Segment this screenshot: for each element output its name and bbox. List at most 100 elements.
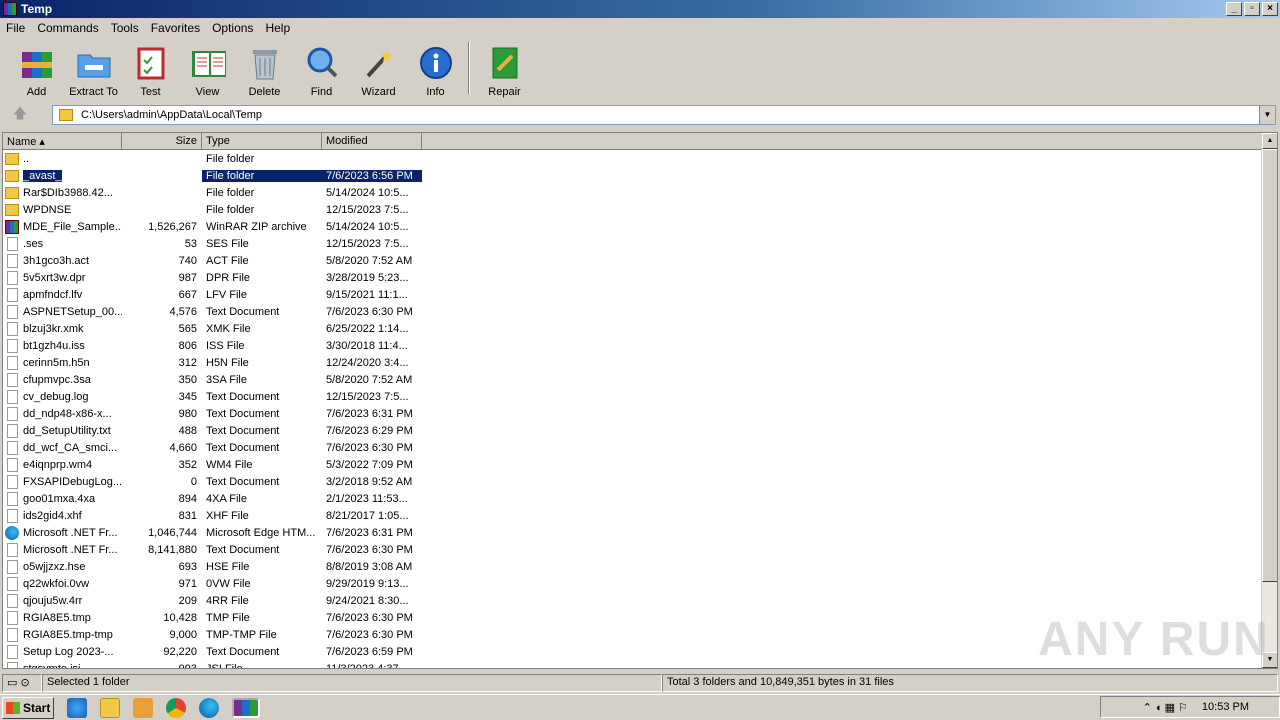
file-row[interactable]: e4iqnprp.wm4 352 WM4 File 5/3/2022 7:09 PM [3,456,1263,473]
file-modified: 11/3/2023 4:37... [326,662,408,669]
file-name: dd_wcf_CA_smci... [23,441,118,454]
ie-icon[interactable] [67,697,87,718]
file-row[interactable]: cv_debug.log 345 Text Document 12/15/2023 7… [3,388,1263,405]
chrome-icon[interactable] [166,697,186,718]
menu-help[interactable]: Help [259,21,296,35]
file-row[interactable]: o5wjjzxz.hse 693 HSE File 8/8/2019 3:08 AM [3,558,1263,575]
column-type[interactable]: Type [202,133,322,150]
file-row[interactable]: Microsoft .NET Fr... 8,141,880 Text Docume… [3,541,1263,558]
find-button[interactable]: Find [293,40,350,98]
maximize-button[interactable]: ▫ [1244,2,1260,16]
wizard-button[interactable]: Wizard [350,40,407,98]
archive-icon [5,219,19,234]
file-modified: 5/14/2024 10:5... [326,186,409,199]
menu-tools[interactable]: Tools [105,21,145,35]
info-button[interactable]: Info [407,40,464,98]
file-row[interactable]: FXSAPIDebugLog... 0 Text Document 3/2/2018 … [3,473,1263,490]
file-icon [7,593,18,608]
up-arrow-icon[interactable]: 🡅 [0,103,40,127]
menu-favorites[interactable]: Favorites [145,21,206,35]
media-player-icon[interactable] [133,697,153,718]
taskbar: Start ⌃ ◖ ▦ ⚐ 10:53 PM [0,694,1280,720]
window-title: Temp [21,2,53,16]
file-type: WM4 File [206,458,253,471]
file-type: File folder [206,203,255,216]
file-icon [7,610,18,625]
file-row[interactable]: dd_wcf_CA_smci... 4,660 Text Document 7/6/2… [3,439,1263,456]
menu-commands[interactable]: Commands [31,21,104,35]
scroll-up-icon[interactable]: ▲ [1262,133,1277,149]
winrar-taskbar-icon[interactable] [232,697,260,718]
file-row[interactable]: 5v5xrt3w.dpr 987 DPR File 3/28/2019 5:23... [3,269,1263,286]
file-icon [7,644,18,659]
file-row[interactable]: Microsoft .NET Fr... 1,046,744 Microsoft E… [3,524,1263,541]
extract-to-button[interactable]: Extract To [65,40,122,98]
menu-file[interactable]: File [0,21,31,35]
explorer-icon[interactable] [100,697,120,718]
edge-icon[interactable] [199,697,219,718]
file-size: 209 [178,594,197,607]
view-button[interactable]: View [179,40,236,98]
start-button[interactable]: Start [2,696,54,719]
folder-icon [5,186,19,199]
file-type: Text Document [206,645,280,658]
file-name: RGIA8E5.tmp [23,611,91,624]
file-row[interactable]: cfupmvpc.3sa 350 3SA File 5/8/2020 7:52 AM [3,371,1263,388]
file-row[interactable]: MDE_File_Sample... 1,526,267 WinRAR ZIP ar… [3,218,1263,235]
file-name: .ses [23,237,44,250]
file-name: Microsoft .NET Fr... [23,526,118,539]
file-icon [7,440,18,455]
close-button[interactable]: × [1262,2,1278,16]
file-row[interactable]: dd_ndp48-x86-x... 980 Text Document 7/6/202… [3,405,1263,422]
file-modified: 5/8/2020 7:52 AM [326,373,413,386]
file-row[interactable]: .. File folder [3,150,1263,167]
file-name: .. [23,152,30,165]
file-modified: 7/6/2023 6:30 PM [326,305,413,318]
file-size: 993 [178,662,197,669]
file-row[interactable]: blzuj3kr.xmk 565 XMK File 6/25/2022 1:14... [3,320,1263,337]
file-type: File folder [206,186,255,199]
file-row[interactable]: goo01mxa.4xa 894 4XA File 2/1/2023 11:53... [3,490,1263,507]
file-row[interactable]: WPDNSE File folder 12/15/2023 7:5... [3,201,1263,218]
file-row[interactable]: cerinn5m.h5n 312 H5N File 12/24/2020 3:4... [3,354,1263,371]
column-size[interactable]: Size [122,133,202,150]
file-row[interactable]: ids2gid4.xhf 831 XHF File 8/21/2017 1:05... [3,507,1263,524]
file-size: 1,526,267 [148,220,197,233]
file-type: 3SA File [206,373,247,386]
file-size: 1,046,744 [148,526,197,539]
file-row[interactable]: apmfndcf.lfv 667 LFV File 9/15/2021 11:1... [3,286,1263,303]
tray-icons[interactable]: ⌃ ◖ ▦ ⚐ [1143,701,1188,714]
file-row[interactable]: _avast_ File folder 7/6/2023 6:56 PM [3,167,1263,184]
chevron-down-icon[interactable]: ▼ [1259,106,1275,124]
file-row[interactable]: qjouju5w.4rr 209 4RR File 9/24/2021 8:30... [3,592,1263,609]
file-row[interactable]: bt1gzh4u.iss 806 ISS File 3/30/2018 11:4... [3,337,1263,354]
file-list: Name ▴ Size Type Modified .. File folder _… [2,132,1278,669]
menu-options[interactable]: Options [206,21,259,35]
anyrun-watermark: ANY RUN [1038,613,1270,666]
column-modified[interactable]: Modified [322,133,422,150]
file-row[interactable]: Rar$DIb3988.42... File folder 5/14/2024 10… [3,184,1263,201]
file-row[interactable]: dd_SetupUtility.txt 488 Text Document 7/6/2… [3,422,1263,439]
minimize-button[interactable]: _ [1226,2,1242,16]
repair-button[interactable]: Repair [476,40,533,98]
file-row[interactable]: .ses 53 SES File 12/15/2023 7:5... [3,235,1263,252]
file-type: HSE File [206,560,250,573]
file-icon [7,627,18,642]
file-row[interactable]: 3h1gco3h.act 740 ACT File 5/8/2020 7:52 AM [3,252,1263,269]
column-name[interactable]: Name ▴ [3,133,122,150]
file-icon [7,423,18,438]
file-modified: 7/6/2023 6:30 PM [326,611,413,624]
vertical-scrollbar[interactable]: ▲ ▼ [1261,133,1277,668]
file-name: e4iqnprp.wm4 [23,458,93,471]
file-row[interactable]: ASPNETSetup_00... 4,576 Text Document 7/6/2… [3,303,1263,320]
file-rows: .. File folder _avast_ File folder 7/6/2023 … [3,150,1263,669]
file-icon [7,406,18,421]
winrar-app-icon [3,2,17,16]
test-button[interactable]: Test [122,40,179,98]
file-row[interactable]: q22wkfoi.0vw 971 0VW File 9/29/2019 9:13... [3,575,1263,592]
add-button[interactable]: Add [8,40,65,98]
address-field[interactable]: C:\Users\admin\AppData\Local\Temp ▼ [52,105,1276,125]
file-modified: 7/6/2023 6:31 PM [326,407,413,420]
scroll-thumb[interactable] [1262,149,1277,582]
delete-button[interactable]: Delete [236,40,293,98]
